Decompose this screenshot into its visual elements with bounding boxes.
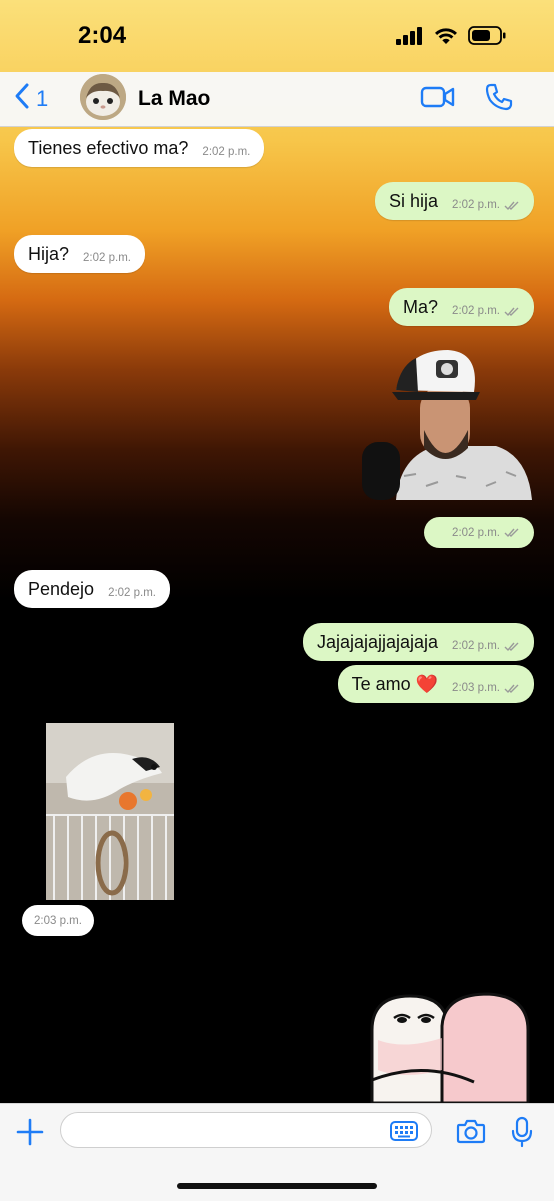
message-time: 2:02 p.m. (452, 199, 500, 211)
image-message[interactable] (46, 723, 174, 900)
message-time: 2:02 p.m. (83, 252, 131, 264)
status-icons (396, 26, 506, 50)
back-button[interactable]: 1 (14, 82, 48, 116)
sticker-image[interactable] (364, 990, 536, 1105)
message-text: Ma? (403, 296, 439, 317)
message-bubble[interactable]: 2:03 p.m. (22, 905, 94, 936)
message-text: Pendejo (28, 578, 95, 599)
status-time: 2:04 (78, 22, 127, 49)
message-bubble[interactable]: Pendejo 2:02 p.m. (14, 570, 171, 608)
phone-call-button[interactable] (484, 82, 514, 117)
read-ticks-icon (504, 301, 520, 322)
message-time: 2:02 p.m. (452, 640, 500, 652)
message-text: Tienes efectivo ma? (28, 137, 189, 158)
sticker-image[interactable] (356, 346, 534, 500)
message-bubble[interactable]: Te amo ❤️ 2:03 p.m. (337, 665, 534, 703)
message-bubble[interactable]: Si hija 2:02 p.m. (375, 182, 534, 220)
camera-button[interactable] (456, 1118, 486, 1149)
read-ticks-icon (504, 195, 520, 216)
message-text: Te amo ❤️ (351, 673, 439, 694)
status-bar: 2:04 (0, 0, 554, 72)
message-time: 2:03 p.m. (452, 682, 500, 694)
message-time: 2:02 p.m. (452, 526, 500, 539)
keyboard-icon (390, 1121, 418, 1145)
message-time: 2:02 p.m. (202, 146, 251, 158)
wifi-icon (434, 27, 458, 50)
message-text: Hija? (28, 243, 70, 264)
cellular-signal-icon (396, 26, 424, 50)
read-ticks-icon (504, 522, 520, 543)
camera-icon (456, 1119, 486, 1148)
home-indicator[interactable] (177, 1183, 377, 1189)
message-bubble[interactable]: 2:02 p.m. (424, 517, 534, 548)
video-call-button[interactable] (420, 84, 456, 115)
message-time: 2:02 p.m. (108, 587, 157, 599)
contact-name[interactable]: La Mao (138, 87, 210, 111)
message-bubble[interactable]: Jajajajajjajajaja 2:02 p.m. (302, 623, 534, 661)
microphone-icon (511, 1116, 533, 1152)
contact-avatar[interactable] (80, 74, 126, 120)
read-ticks-icon (504, 636, 520, 657)
chat-header: 1 La Mao (0, 72, 554, 127)
unread-count: 1 (36, 86, 49, 111)
message-text: Si hija (389, 190, 439, 211)
keyboard-button[interactable] (390, 1121, 418, 1146)
message-bubble[interactable]: Hija? 2:02 p.m. (14, 235, 145, 273)
message-text: Jajajajajjajajaja (316, 631, 439, 652)
attach-button[interactable] (16, 1118, 44, 1151)
read-ticks-icon (504, 678, 520, 699)
message-time: 2:03 p.m. (34, 914, 82, 927)
battery-icon (468, 26, 506, 50)
microphone-button[interactable] (511, 1116, 533, 1153)
message-bubble[interactable]: Ma? 2:02 p.m. (389, 288, 534, 326)
message-bubble[interactable]: Tienes efectivo ma? 2:02 p.m. (14, 129, 265, 167)
plus-icon (16, 1118, 44, 1150)
chevron-left-icon (14, 82, 30, 116)
message-time: 2:02 p.m. (452, 305, 500, 317)
message-input[interactable] (60, 1112, 432, 1148)
